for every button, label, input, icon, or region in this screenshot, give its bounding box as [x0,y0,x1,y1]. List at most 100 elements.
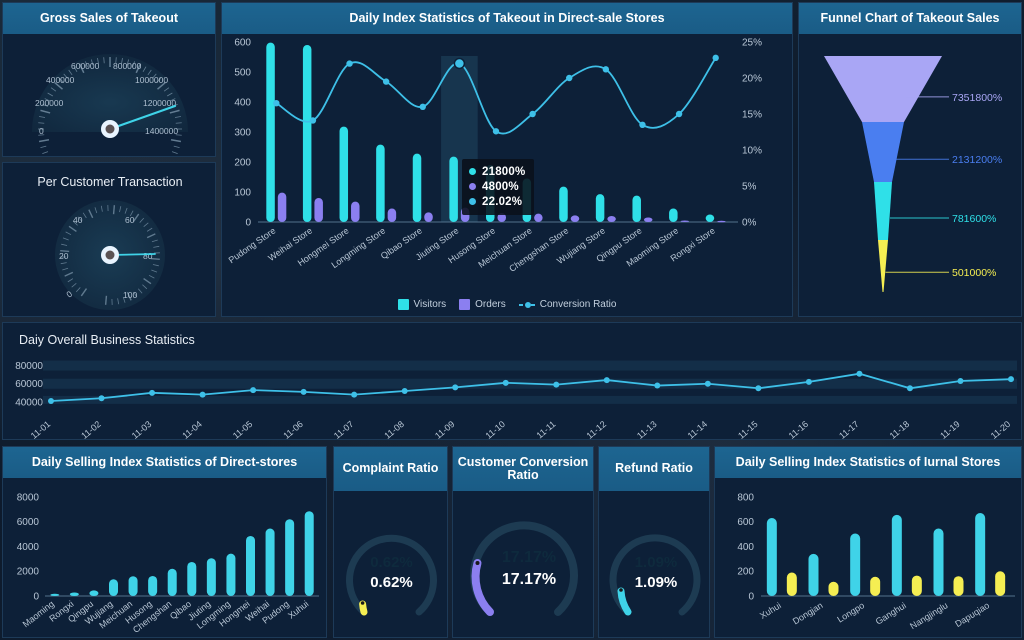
svg-text:0: 0 [245,218,251,229]
business-point [502,379,509,386]
funnel-stage[interactable] [874,182,892,240]
svg-text:500: 500 [234,68,251,79]
gauge-progress-cap [475,561,480,565]
svg-text:800000: 800000 [113,61,142,71]
bar-visitors [339,126,349,222]
svg-text:600: 600 [737,517,754,528]
bar [226,553,236,596]
bar-series-b [995,571,1006,596]
business-point [149,389,156,396]
svg-text:15%: 15% [742,110,762,121]
panel-overall-business: Daiy Overall Business Statistics 40000 60… [2,322,1022,440]
bar-orders [680,220,690,222]
svg-text:20%: 20% [742,74,762,85]
bar-visitors [669,208,678,222]
conversion-ratio-line [275,57,717,135]
business-point [805,378,812,385]
bar-visitors [449,156,458,222]
complaint-gauge-body: 0.62% 0.62% [334,491,447,637]
svg-text:Xuhui: Xuhui [286,599,310,621]
bar-series-a [891,514,902,596]
funnel-stage-label: 7351800% [952,92,1002,104]
svg-text:100: 100 [234,188,251,199]
legend-line-conversion-ratio [518,301,535,308]
legend-item-orders[interactable]: Orders [459,299,506,310]
business-point [704,380,711,387]
bar-series-a [850,533,861,596]
legend-label-orders: Orders [475,299,506,310]
chart-tooltip: 21800% 4800% 22.02% [462,159,535,215]
svg-text:11-15: 11-15 [736,419,760,440]
svg-text:2000: 2000 [17,567,40,578]
panel-refund-ratio: Refund Ratio 1.09% 1.09% [598,446,710,638]
business-point [603,377,610,384]
complaint-gauge-svg: 0.62% 0.62% [346,534,437,616]
bar [128,576,138,596]
svg-text:60000: 60000 [15,379,43,390]
bar-visitors [559,186,568,222]
panel-direct-stores: Daily Selling Index Statistics of Direct… [2,446,327,638]
funnel-chart-svg: 7351800% 2131200% 781600% 501000% [824,56,1002,292]
svg-text:11-19: 11-19 [938,419,962,440]
svg-text:600: 600 [234,38,251,49]
tooltip-dot-visitors [469,168,476,175]
conversion-gauge-body: 17.17% 17.17% [453,491,593,637]
bar-visitors [705,214,715,222]
tooltip-value-orders: 4800% [482,180,519,193]
legend-label-visitors: Visitors [413,299,447,310]
bar-visitors [266,42,275,222]
business-point [654,382,661,389]
svg-text:11-12: 11-12 [585,419,609,440]
svg-text:1000000: 1000000 [135,75,168,85]
svg-text:11-11: 11-11 [535,419,558,440]
legend-item-conversion-ratio[interactable]: Conversion Ratio [518,299,616,310]
svg-text:0%: 0% [742,218,757,229]
svg-text:100: 100 [123,290,137,300]
grid-band [43,360,1017,371]
x-axis-labels: MaomingRongxiQingpuWujiangMeichuanHusong… [21,599,311,635]
panel-title-complaint-ratio: Complaint Ratio [334,447,447,491]
funnel-stage[interactable] [824,56,942,122]
funnel-stage[interactable] [878,240,888,292]
bar-orders [424,212,433,222]
svg-text:40000: 40000 [15,397,43,408]
bar [265,528,275,596]
panel-daily-index: Daily Index Statistics of Takeout in Dir… [221,2,793,317]
bar-orders [351,201,360,222]
x-axis-labels: 11-01 11-02 11-03 11-04 11-05 11-06 11-07 11-08… [29,419,1013,440]
svg-text:Nangjinglu: Nangjinglu [908,600,949,631]
business-point [300,388,307,395]
y-axis-right: 0% 5% 10% 15% 20% 25% [742,38,762,229]
svg-text:0: 0 [39,126,44,136]
conversion-point [492,128,500,135]
tooltip-dot-conversion [469,198,476,205]
funnel-stage-label: 2131200% [952,154,1002,166]
panel-title-daily-index: Daily Index Statistics of Takeout in Dir… [222,3,792,34]
refund-value: 1.09% [635,574,678,591]
refund-gauge-body: 1.09% 1.09% [599,491,709,637]
x-axis-labels: Pudong StoreWeihai StoreHongmei StoreLon… [227,225,717,273]
gross-sales-gauge-body: 0 200000 400000 600000 800000 1000000 12… [3,34,215,156]
funnel-stage[interactable] [862,122,904,182]
business-point [199,391,206,398]
svg-text:0: 0 [33,592,39,603]
bar [187,561,197,596]
svg-text:80000: 80000 [15,361,43,372]
business-point [553,381,560,388]
svg-text:11-01: 11-01 [29,419,53,440]
svg-text:11-18: 11-18 [888,419,912,440]
svg-text:11-14: 11-14 [686,419,710,440]
svg-text:11-17: 11-17 [837,419,861,440]
svg-text:60: 60 [125,215,135,225]
legend-swatch-visitors [397,299,409,310]
bar-visitors [595,194,605,222]
business-point [48,398,54,404]
svg-text:200: 200 [234,158,251,169]
daily-index-chart-body: 0 100 200 300 400 500 600 0% 5% 10% 15% 20% 25% Pud… [222,34,792,316]
legend-item-visitors[interactable]: Visitors [397,299,447,310]
tooltip-value-visitors: 21800% [482,165,526,178]
conversion-ratio-points [273,54,719,135]
panel-funnel: Funnel Chart of Takeout Sales 7351800% 21… [798,2,1022,317]
bars-group [50,511,314,596]
svg-text:20: 20 [59,251,69,261]
